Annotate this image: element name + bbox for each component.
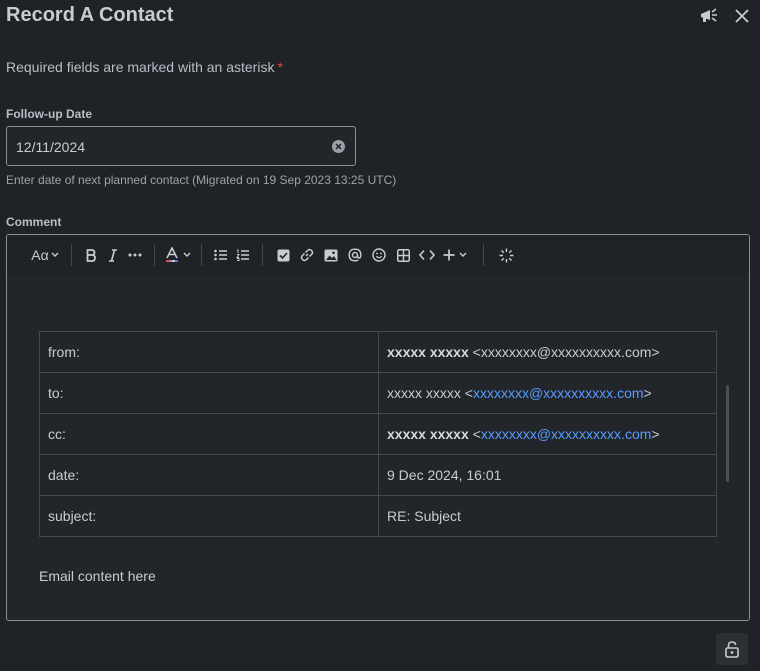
table-row: from: xxxxx xxxxx <xxxxxxxx@xxxxxxxxxx.c… — [39, 331, 717, 373]
to-name: xxxxx xxxxx — [387, 385, 461, 401]
cc-value: xxxxx xxxxx <xxxxxxxx@xxxxxxxxxx.com> — [378, 413, 717, 455]
clear-date-icon[interactable] — [332, 140, 345, 153]
dialog-title: Record A Contact — [6, 4, 174, 26]
table-row: subject: RE: Subject — [39, 495, 717, 537]
text-style-icon[interactable]: Aα — [27, 241, 63, 269]
required-asterisk: * — [277, 59, 283, 75]
ai-sparkle-icon[interactable] — [494, 241, 518, 269]
cc-key: cc: — [39, 413, 379, 455]
insert-plus-icon[interactable] — [439, 241, 471, 269]
toolbar-divider — [71, 244, 72, 266]
required-fields-note: Required fields are marked with an aster… — [6, 59, 283, 75]
toolbar-divider — [483, 244, 484, 266]
code-icon[interactable] — [415, 241, 439, 269]
date-value: 9 Dec 2024, 16:01 — [378, 454, 717, 496]
image-icon[interactable] — [319, 241, 343, 269]
text-color-icon[interactable] — [163, 241, 193, 269]
editor-scrollbar[interactable] — [726, 385, 729, 482]
editor-toolbar: Aα — [7, 235, 749, 275]
table-row: to: xxxxx xxxxx <xxxxxxxx@xxxxxxxxxx.com… — [39, 372, 717, 414]
comment-editor[interactable]: Aα from: xxxxx xxxxx <xxxxxxxx@xxxxxxxxx… — [6, 234, 750, 621]
table-row: cc: xxxxx xxxxx <xxxxxxxx@xxxxxxxxxx.com… — [39, 413, 717, 455]
comment-label: Comment — [6, 215, 62, 229]
from-value: xxxxx xxxxx <xxxxxxxx@xxxxxxxxxx.com> — [378, 331, 717, 373]
from-key: from: — [39, 331, 379, 373]
toolbar-divider — [154, 244, 155, 266]
unlock-icon[interactable] — [716, 633, 748, 665]
bold-icon[interactable] — [80, 241, 102, 269]
email-content: Email content here — [39, 568, 156, 584]
italic-icon[interactable] — [102, 241, 124, 269]
email-header-table: from: xxxxx xxxxx <xxxxxxxx@xxxxxxxxxx.c… — [39, 331, 717, 537]
close-icon[interactable] — [730, 4, 754, 28]
table-row: date: 9 Dec 2024, 16:01 — [39, 454, 717, 496]
cc-name: xxxxx xxxxx — [387, 426, 469, 442]
follow-up-date-value[interactable]: 12/11/2024 — [16, 139, 85, 155]
follow-up-date-input[interactable]: 12/11/2024 — [6, 126, 356, 166]
emoji-icon[interactable] — [367, 241, 391, 269]
bullet-list-icon[interactable] — [210, 241, 232, 269]
to-value: xxxxx xxxxx <xxxxxxxx@xxxxxxxxxx.com> — [378, 372, 717, 414]
numbered-list-icon[interactable] — [232, 241, 254, 269]
cc-email-link[interactable]: xxxxxxxx@xxxxxxxxxx.com — [481, 426, 652, 442]
megaphone-icon[interactable] — [697, 4, 721, 28]
follow-up-date-label: Follow-up Date — [6, 107, 92, 121]
subject-value: RE: Subject — [378, 495, 717, 537]
action-item-icon[interactable] — [271, 241, 295, 269]
follow-up-date-help: Enter date of next planned contact (Migr… — [6, 173, 397, 187]
from-email: xxxxxxxx@xxxxxxxxxx.com — [480, 344, 652, 360]
toolbar-divider — [262, 244, 263, 266]
link-icon[interactable] — [295, 241, 319, 269]
date-key: date: — [39, 454, 379, 496]
to-email-link[interactable]: xxxxxxxx@xxxxxxxxxx.com — [473, 385, 644, 401]
mention-icon[interactable] — [343, 241, 367, 269]
subject-key: subject: — [39, 495, 379, 537]
table-icon[interactable] — [391, 241, 415, 269]
required-note-text: Required fields are marked with an aster… — [6, 59, 275, 75]
to-key: to: — [39, 372, 379, 414]
text-style-label: Aα — [31, 247, 49, 263]
more-icon[interactable] — [124, 241, 146, 269]
toolbar-divider — [201, 244, 202, 266]
from-name: xxxxx xxxxx — [387, 344, 469, 360]
